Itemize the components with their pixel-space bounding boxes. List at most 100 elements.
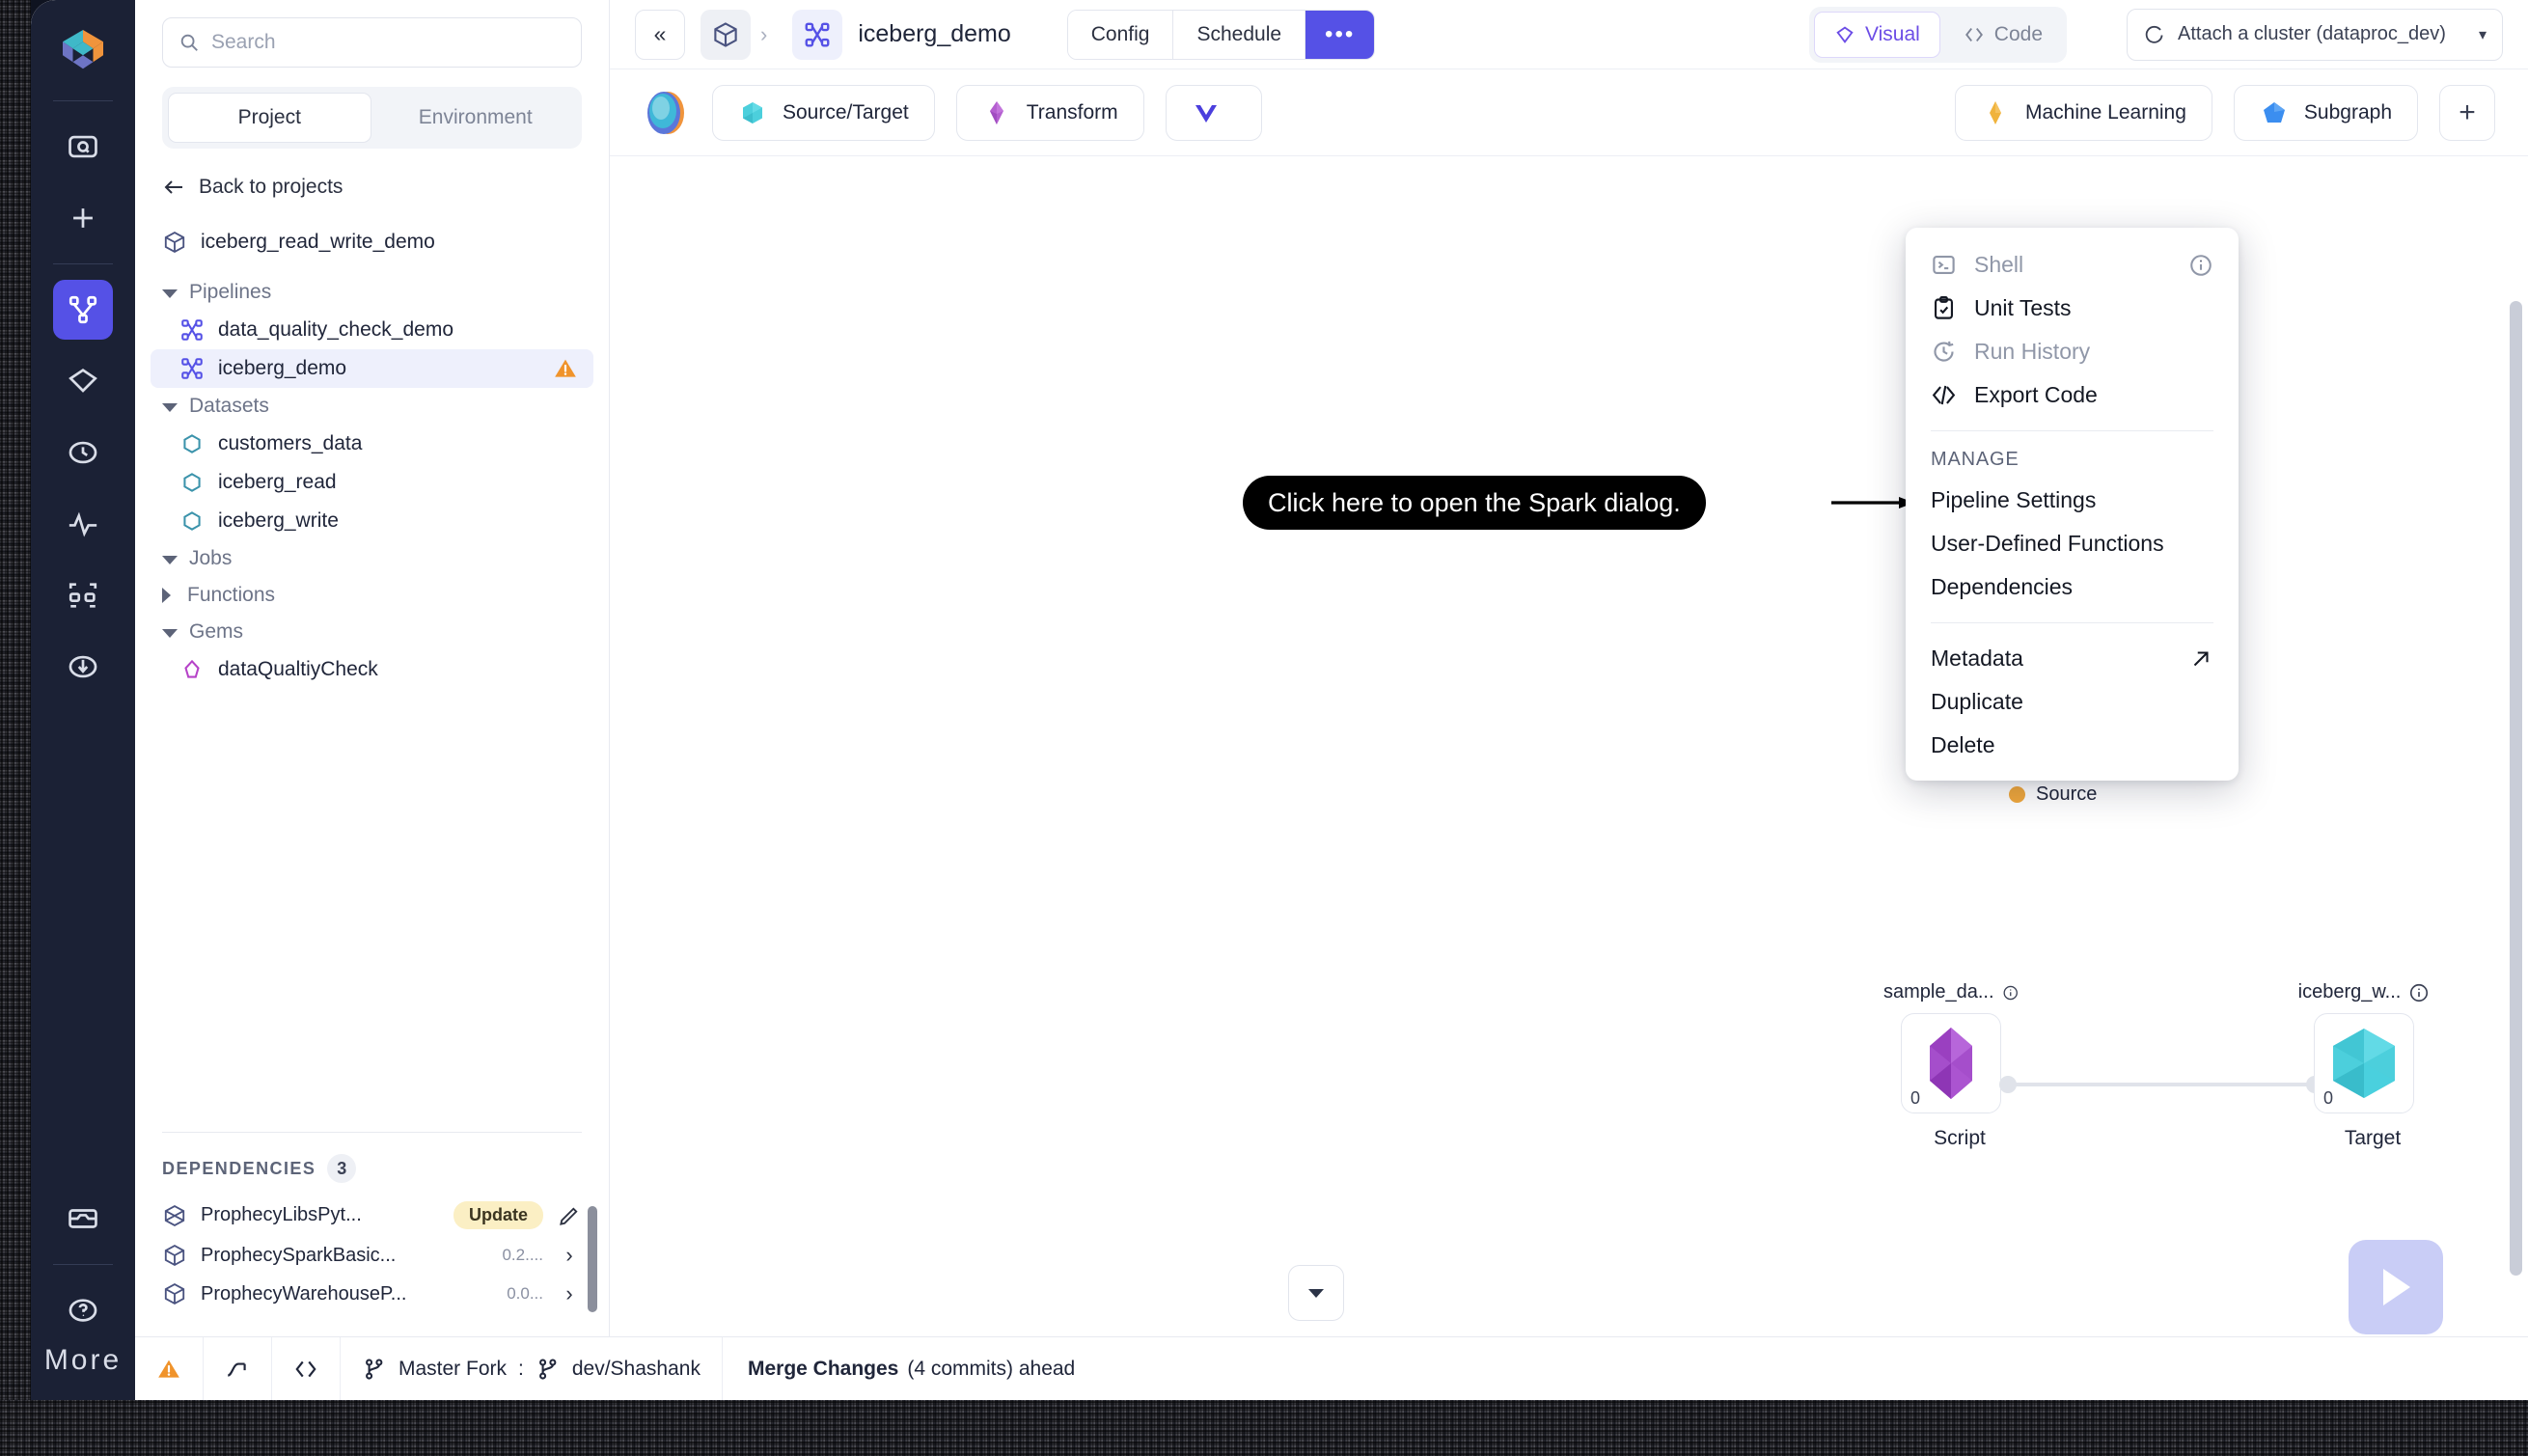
sidebar-item-help[interactable] <box>53 1280 113 1340</box>
tab-environment[interactable]: Environment <box>375 93 577 143</box>
chevron-right-icon[interactable]: › <box>557 1281 582 1306</box>
run-pipeline-button[interactable] <box>2349 1240 2443 1334</box>
sidebar-item-history[interactable] <box>53 423 113 482</box>
chevron-right-icon[interactable]: › <box>557 1243 582 1268</box>
prophecy-logo[interactable] <box>56 23 110 77</box>
sidebar-item-search[interactable] <box>53 117 113 177</box>
pentagon-blue-icon <box>2263 101 2285 123</box>
dependency-row-prophecylibspython[interactable]: ProphecyLibsPyt... Update <box>162 1195 582 1236</box>
tree-item-data-quality-check-demo[interactable]: data_quality_check_demo <box>151 311 593 349</box>
status-code-button[interactable] <box>272 1337 341 1400</box>
branch-indicator[interactable]: Master Fork : dev/Shashank <box>341 1337 723 1400</box>
gem-button-transform[interactable]: Transform <box>955 84 1144 141</box>
edit-pencil-icon[interactable] <box>557 1203 582 1228</box>
dependency-row-prophecywarehousepackage[interactable]: ProphecyWarehouseP... 0.0... › <box>162 1275 582 1313</box>
config-button[interactable]: Config <box>1067 10 1174 59</box>
gem-diamond-icon <box>1836 26 1854 43</box>
sidebar-item-gems[interactable] <box>53 351 113 411</box>
sidebar-item-storage[interactable] <box>53 1189 113 1249</box>
menu-item-metadata[interactable]: Metadata <box>1906 637 2239 680</box>
tab-code[interactable]: Code <box>1944 12 2062 58</box>
pipeline-graph-icon <box>69 295 97 324</box>
tab-visual[interactable]: Visual <box>1813 11 1940 58</box>
search-input[interactable]: Search <box>162 17 582 68</box>
gem-button-source-target[interactable]: Source/Target <box>712 84 935 141</box>
sidebar-item-pipelines[interactable] <box>53 280 113 340</box>
project-tree: Pipelines data_quality_check_demo iceber… <box>135 274 609 689</box>
gem-button-machine-learning[interactable]: Machine Learning <box>1954 84 2212 141</box>
dependency-row-prophecysparkbasics[interactable]: ProphecySparkBasic... 0.2.... › <box>162 1236 582 1275</box>
project-root-item[interactable]: iceberg_read_write_demo <box>151 224 593 261</box>
tree-group-pipelines[interactable]: Pipelines <box>135 274 609 311</box>
node-title-label: iceberg_w... <box>2297 981 2402 1003</box>
dependencies-scrollbar[interactable] <box>588 1206 597 1312</box>
collapse-panel-button[interactable]: « <box>635 9 685 60</box>
status-metrics-button[interactable] <box>204 1337 272 1400</box>
tree-item-data-qualtiy-check[interactable]: dataQualtiyCheck <box>151 650 593 689</box>
menu-item-label: Pipeline Settings <box>1931 487 2097 512</box>
sidebar-item-create[interactable] <box>53 188 113 248</box>
status-warning-button[interactable] <box>135 1337 204 1400</box>
merge-changes-detail: (4 commits) ahead <box>907 1357 1076 1380</box>
cluster-selector[interactable]: Attach a cluster (dataproc_dev) ▾ <box>2127 8 2503 61</box>
chevron-down-icon <box>162 402 178 412</box>
node-script[interactable]: sample_da... 0 Script <box>1883 981 2019 1150</box>
pipeline-graph-icon <box>181 319 203 341</box>
tree-group-functions[interactable]: Functions <box>135 577 609 614</box>
menu-item-pipeline-settings[interactable]: Pipeline Settings <box>1906 479 2239 522</box>
node-edge[interactable] <box>2007 1083 2316 1086</box>
menu-item-shell[interactable]: Shell <box>1906 243 2239 287</box>
canvas-dropdown-button[interactable] <box>1288 1265 1344 1321</box>
menu-section-manage: MANAGE <box>1931 449 2020 470</box>
sidebar-item-monitoring[interactable] <box>53 494 113 554</box>
menu-item-label: Duplicate <box>1931 689 2023 714</box>
menu-item-export-code[interactable]: Export Code <box>1906 373 2239 417</box>
schedule-button[interactable]: Schedule <box>1173 10 1306 59</box>
menu-item-user-defined-functions[interactable]: User-Defined Functions <box>1906 522 2239 565</box>
sidebar-item-lineage[interactable] <box>53 565 113 625</box>
main-area: « › iceberg_demo Config Schedule ••• Vis… <box>610 0 2528 1400</box>
tree-item-iceberg-write[interactable]: iceberg_write <box>151 502 593 540</box>
info-icon[interactable] <box>2188 253 2213 278</box>
gem-button-subgraph[interactable]: Subgraph <box>2233 84 2418 141</box>
node-box[interactable]: 0 <box>2314 1013 2414 1113</box>
tree-group-datasets[interactable]: Datasets <box>135 388 609 425</box>
tab-visual-label: Visual <box>1864 22 1920 45</box>
tree-item-iceberg-read[interactable]: iceberg_read <box>151 463 593 502</box>
info-icon[interactable] <box>2408 982 2430 1003</box>
menu-item-label: Shell <box>1974 252 2024 277</box>
info-icon[interactable] <box>2002 982 2019 1003</box>
menu-item-duplicate[interactable]: Duplicate <box>1906 680 2239 724</box>
menu-item-run-history[interactable]: Run History <box>1906 330 2239 373</box>
tree-item-customers-data[interactable]: customers_data <box>151 425 593 463</box>
dependency-update-badge[interactable]: Update <box>453 1201 543 1229</box>
node-target[interactable]: iceberg_w... 0 Target <box>2296 981 2432 1150</box>
back-to-projects-link[interactable]: Back to projects <box>162 176 582 199</box>
breadcrumb-pipeline-icon[interactable] <box>792 9 843 60</box>
pipeline-canvas[interactable]: Click here to open the Spark dialog. She… <box>610 156 2528 1400</box>
more-dots-icon[interactable]: More <box>44 1346 122 1375</box>
tree-item-iceberg-demo[interactable]: iceberg_demo <box>151 349 593 388</box>
tree-item-label: iceberg_write <box>218 509 339 532</box>
breadcrumb-project-icon[interactable] <box>701 9 751 60</box>
menu-item-delete[interactable]: Delete <box>1906 724 2239 767</box>
merge-changes-button[interactable]: Merge Changes (4 commits) ahead <box>723 1358 1100 1381</box>
more-actions-button[interactable]: ••• <box>1305 10 1375 59</box>
tree-group-label: Pipelines <box>189 281 272 303</box>
tree-group-jobs[interactable]: Jobs <box>135 540 609 577</box>
add-gem-button[interactable]: + <box>2439 84 2495 141</box>
menu-item-unit-tests[interactable]: Unit Tests <box>1906 287 2239 330</box>
tab-project[interactable]: Project <box>168 93 371 143</box>
sidebar-item-deploy[interactable] <box>53 637 113 697</box>
tree-group-gems[interactable]: Gems <box>135 614 609 650</box>
package-lib-icon <box>164 1204 185 1226</box>
canvas-vertical-scrollbar[interactable] <box>2510 301 2522 1276</box>
gem-button-join-split[interactable] <box>1165 84 1262 141</box>
git-branch-icon <box>538 1358 557 1380</box>
node-title-row: sample_da... <box>1883 981 2019 1003</box>
prophecy-orb-icon[interactable] <box>643 85 691 141</box>
cluster-label: Attach a cluster (dataproc_dev) <box>2178 23 2446 44</box>
node-output-port[interactable] <box>1999 1076 2017 1093</box>
menu-item-dependencies[interactable]: Dependencies <box>1906 565 2239 609</box>
node-box[interactable]: 0 <box>1901 1013 2001 1113</box>
